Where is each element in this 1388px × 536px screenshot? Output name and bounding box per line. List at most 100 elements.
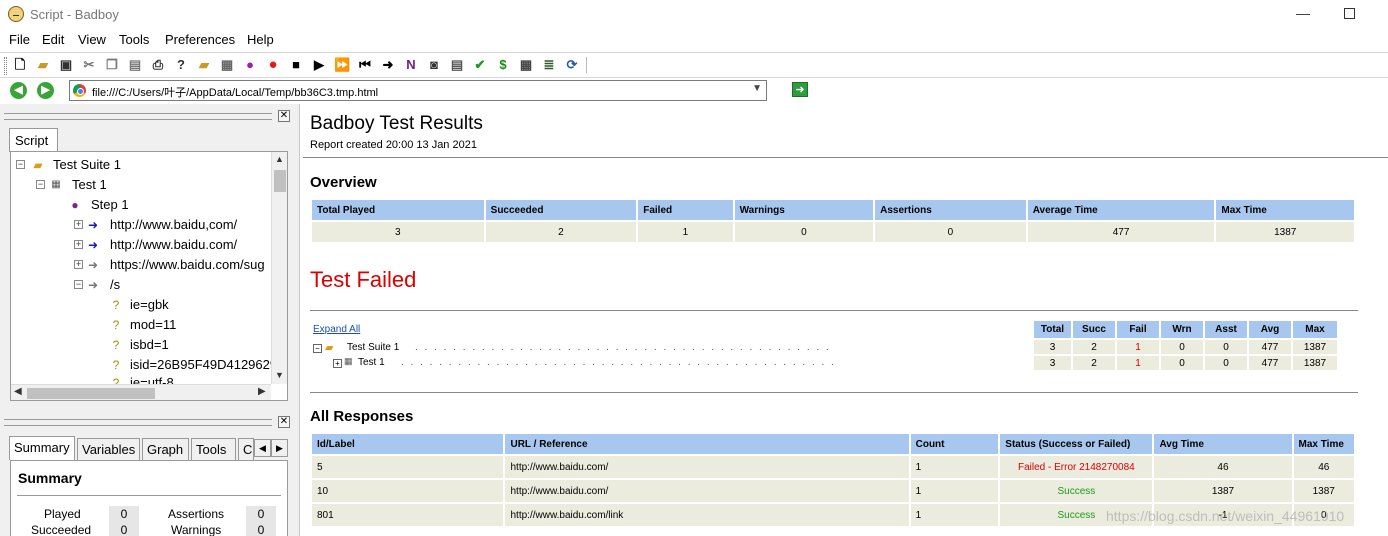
table-cell: http://www.baidu.com/link <box>505 504 909 526</box>
tab-summary[interactable]: Summary <box>9 436 75 460</box>
test-row[interactable]: + ▦ Test 1 . . . . . . . . . . . . . . .… <box>311 356 834 371</box>
scroll-thumb[interactable] <box>27 388 155 399</box>
title-bar: Script - Badboy — <box>0 0 1388 30</box>
list-icon[interactable]: ≣ <box>541 57 557 73</box>
table-cell: 0 <box>1161 356 1203 370</box>
menu-help[interactable]: Help <box>247 32 274 47</box>
table-icon[interactable]: ▦ <box>518 57 534 73</box>
expand-all-link[interactable]: Expand All <box>313 324 360 335</box>
table-row: 10 http://www.baidu.com/ 1 Success 1387 … <box>312 480 1354 502</box>
cut-icon[interactable]: ✂ <box>81 57 97 73</box>
column-header: Total <box>1034 321 1071 338</box>
open-folder-icon[interactable]: ▰ <box>35 57 51 73</box>
scroll-right-icon[interactable]: ▶ <box>258 386 266 397</box>
column-header: Fail <box>1117 321 1159 338</box>
table-row: 3 2 1 0 0 477 1387 <box>1034 340 1337 354</box>
scroll-up-icon[interactable]: ▲ <box>275 154 284 164</box>
expand-icon[interactable]: + <box>74 260 83 269</box>
column-header: Max Time <box>1216 200 1354 220</box>
refresh-icon[interactable]: ⟳ <box>564 57 580 73</box>
minimize-button[interactable]: — <box>1296 6 1310 20</box>
close-icon[interactable]: ✕ <box>278 416 290 428</box>
toolbar-separator <box>586 57 587 73</box>
script-tree[interactable]: − ▰ Test Suite 1 − ▦ Test 1 ● Step 1 + ➜… <box>10 151 288 401</box>
collapse-icon[interactable]: − <box>313 344 322 353</box>
test-icon: ▦ <box>344 356 353 366</box>
tab-scroll-left-icon[interactable]: ◀ <box>254 439 271 457</box>
warnings-value: 0 <box>246 522 276 536</box>
url-input[interactable]: file:///C:/Users/叶子/AppData/Local/Temp/b… <box>69 80 767 101</box>
menu-tools[interactable]: Tools <box>119 32 149 47</box>
request-icon: ➜ <box>87 258 99 272</box>
expand-icon[interactable]: + <box>74 220 83 229</box>
help-question-icon[interactable]: ? <box>173 57 189 73</box>
toolbar-grip[interactable] <box>4 57 7 75</box>
table-cell: 2 <box>1073 356 1115 370</box>
collapse-icon[interactable]: − <box>16 160 25 169</box>
add-step-icon[interactable]: ● <box>242 57 258 73</box>
table-cell: 0 <box>875 222 1026 242</box>
close-icon[interactable]: ✕ <box>278 110 290 122</box>
script-panel-header: ✕ <box>4 110 292 124</box>
scroll-left-icon[interactable]: ◀ <box>14 386 22 397</box>
back-arrow-icon[interactable]: ◀ <box>10 82 27 99</box>
menu-file[interactable]: File <box>9 32 30 47</box>
tree-horizontal-scrollbar[interactable]: ◀ ▶ <box>11 384 271 400</box>
summary-panel-header: ✕ <box>4 416 292 430</box>
camera-icon[interactable]: ◙ <box>426 57 442 73</box>
collapse-icon[interactable]: − <box>74 280 83 289</box>
play-icon[interactable]: ▶ <box>311 57 327 73</box>
summary-header-row: Total Succ Fail Wrn Asst Avg Max <box>1034 321 1337 338</box>
maximize-button[interactable] <box>1344 8 1355 19</box>
tab-scroll-right-icon[interactable]: ▶ <box>271 439 288 457</box>
print-icon[interactable]: ⎙ <box>150 57 166 73</box>
report-title: Badboy Test Results <box>310 113 483 134</box>
status-cell: Failed - Error 2148270084 <box>1000 456 1153 478</box>
overview-heading: Overview <box>310 174 377 191</box>
tab-graph[interactable]: Graph <box>142 438 189 460</box>
tree-vertical-scrollbar[interactable]: ▲ ▼ <box>271 152 287 384</box>
tab-tools[interactable]: Tools <box>191 438 236 460</box>
table-cell: 1 <box>910 456 999 478</box>
bottom-tab-strip: Summary Variables Graph Tools C ◀ ▶ <box>9 436 289 460</box>
menu-edit[interactable]: Edit <box>42 32 64 47</box>
add-suite-icon[interactable]: ▰ <box>196 57 212 73</box>
save-icon[interactable]: ▣ <box>58 57 74 73</box>
rewind-icon[interactable]: ⏮ <box>357 57 373 73</box>
record-icon[interactable]: ● <box>265 57 281 73</box>
tab-scroll-arrows: ◀ ▶ <box>254 439 288 457</box>
suite-row[interactable]: − ▰ Test Suite 1 . . . . . . . . . . . .… <box>311 342 829 356</box>
scroll-thumb[interactable] <box>274 170 286 192</box>
table-cell: 5 <box>312 456 504 478</box>
stop-icon[interactable]: ■ <box>288 57 304 73</box>
column-header: Avg Time <box>1154 434 1292 454</box>
tab-script[interactable]: Script <box>9 128 58 152</box>
table-cell: 1387 <box>1293 340 1337 354</box>
table-cell: 3 <box>312 222 484 242</box>
table-cell: 0 <box>734 222 874 242</box>
forward-arrow-icon[interactable]: ▶ <box>37 82 54 99</box>
expand-icon[interactable]: + <box>74 240 83 249</box>
dollar-icon[interactable]: $ <box>495 57 511 73</box>
check-icon[interactable]: ✔ <box>472 57 488 73</box>
scroll-down-icon[interactable]: ▼ <box>275 370 284 380</box>
chevron-down-icon[interactable]: ▼ <box>752 83 762 94</box>
new-icon[interactable]: 🗋 <box>12 57 28 73</box>
collapse-icon[interactable]: − <box>36 180 45 189</box>
expand-icon[interactable]: + <box>333 359 342 368</box>
tab-variables[interactable]: Variables <box>77 438 140 460</box>
step-forward-icon[interactable]: ➜ <box>380 57 396 73</box>
menu-view[interactable]: View <box>78 32 106 47</box>
divider <box>310 310 1358 311</box>
overview-header-row: Total Played Succeeded Failed Warnings A… <box>312 200 1354 220</box>
tab-overflow[interactable]: C <box>238 438 254 460</box>
paste-icon[interactable]: ▤ <box>127 57 143 73</box>
n-icon[interactable]: N <box>403 57 419 73</box>
menu-preferences[interactable]: Preferences <box>165 32 235 47</box>
document-icon[interactable]: ▤ <box>449 57 465 73</box>
copy-icon[interactable]: ❐ <box>104 57 120 73</box>
play-all-icon[interactable]: ⏩ <box>334 57 350 73</box>
add-test-icon[interactable]: ▦ <box>219 57 235 73</box>
go-button[interactable]: ➜ <box>792 82 808 97</box>
parameter-icon: ? <box>112 358 120 372</box>
